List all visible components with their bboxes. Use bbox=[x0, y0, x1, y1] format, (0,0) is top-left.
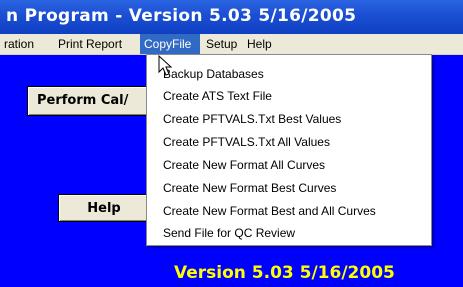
menu-item-print-report[interactable]: Print Report bbox=[54, 34, 126, 54]
menu-bar: ration Print Report CopyFile Setup Help bbox=[0, 34, 463, 55]
menu-option-create-new-format-all-curves[interactable]: Create New Format All Curves bbox=[163, 158, 325, 172]
menu-item-copyfile[interactable]: CopyFile bbox=[140, 34, 200, 54]
menu-option-create-pftvals-all-values[interactable]: Create PFTVALS.Txt All Values bbox=[163, 135, 330, 149]
menu-option-create-new-format-best-curves[interactable]: Create New Format Best Curves bbox=[163, 181, 336, 195]
menu-option-backup-databases[interactable]: Backup Databases bbox=[163, 67, 264, 81]
version-label: Version 5.03 5/16/2005 bbox=[174, 263, 395, 283]
help-button[interactable]: Help bbox=[58, 194, 150, 222]
menu-option-send-file-for-qc-review[interactable]: Send File for QC Review bbox=[163, 226, 295, 240]
menu-item-help[interactable]: Help bbox=[243, 34, 276, 54]
mouse-pointer-icon bbox=[158, 55, 173, 76]
menu-item-calibration[interactable]: ration bbox=[0, 34, 38, 54]
title-bar: n Program - Version 5.03 5/16/2005 bbox=[0, 0, 463, 34]
perform-calibration-button[interactable]: Perform Cal/ bbox=[27, 86, 157, 116]
menu-option-create-pftvals-best-values[interactable]: Create PFTVALS.Txt Best Values bbox=[163, 112, 341, 126]
menu-option-create-new-format-best-and-all-curves[interactable]: Create New Format Best and All Curves bbox=[163, 204, 376, 218]
window-title: n Program - Version 5.03 5/16/2005 bbox=[6, 6, 357, 26]
menu-item-setup[interactable]: Setup bbox=[202, 34, 241, 54]
menu-option-create-ats-text-file[interactable]: Create ATS Text File bbox=[163, 89, 272, 103]
copyfile-dropdown-menu: Backup Databases Create ATS Text File Cr… bbox=[146, 54, 432, 246]
